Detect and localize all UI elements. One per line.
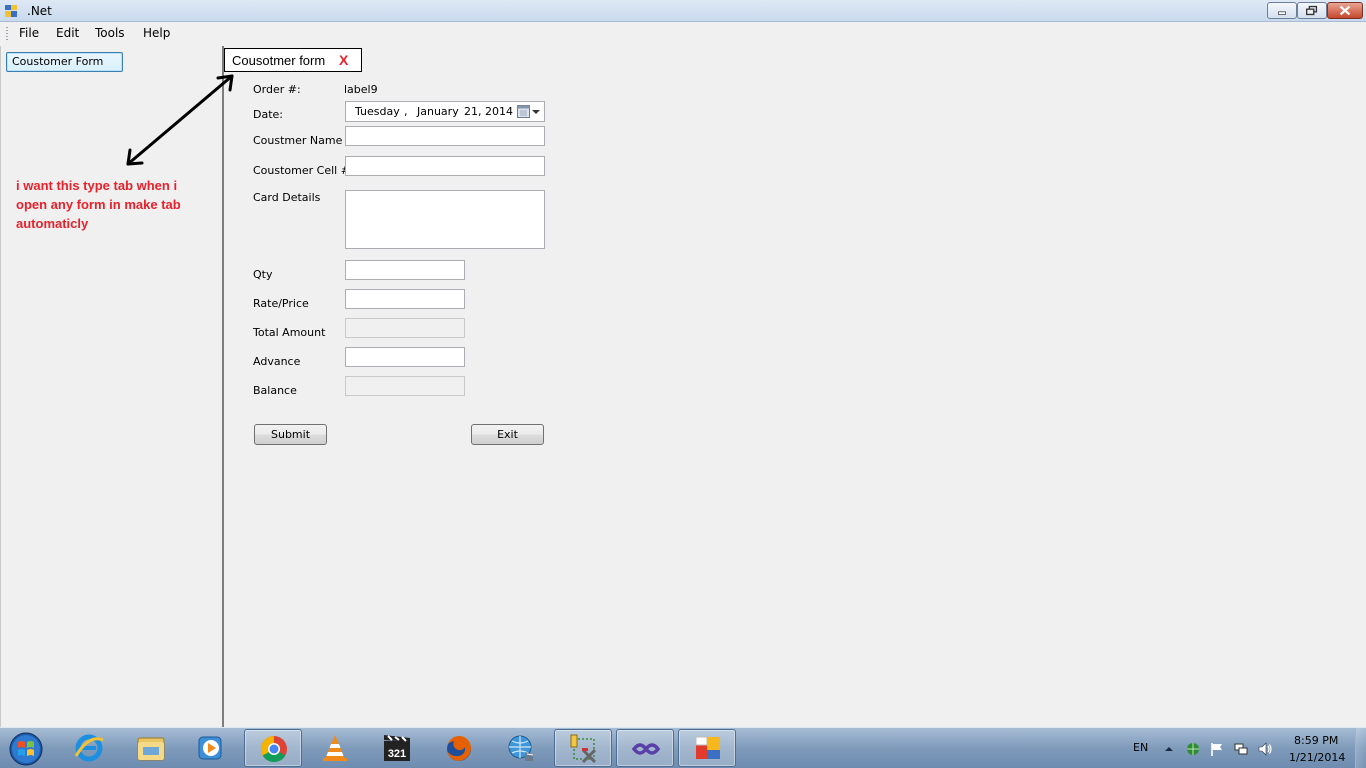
exit-button[interactable]: Exit: [471, 424, 544, 445]
chrome-icon: [260, 735, 287, 763]
taskbar-explorer[interactable]: [122, 729, 180, 767]
advance-input[interactable]: [345, 347, 465, 367]
date-month: January: [417, 105, 459, 118]
date-day: Tuesday: [355, 105, 400, 118]
calendar-icon[interactable]: [517, 105, 530, 118]
internet-explorer-icon: [74, 734, 104, 762]
start-button-icon[interactable]: [6, 730, 46, 767]
total-amount-input: [345, 318, 465, 338]
customer-cell-input[interactable]: [345, 156, 545, 176]
menu-help[interactable]: Help: [143, 26, 170, 40]
svg-text:321: 321: [388, 748, 406, 760]
taskbar-vlc[interactable]: [306, 729, 364, 767]
menu-bar: File Edit Tools Help: [0, 22, 1366, 45]
taskbar-firefox[interactable]: [430, 729, 488, 767]
date-picker[interactable]: Tuesday , January 21, 2014: [345, 101, 545, 122]
volume-icon[interactable]: [1257, 741, 1273, 757]
card-details-textarea[interactable]: [345, 190, 545, 249]
taskbar-chrome[interactable]: [244, 729, 302, 767]
order-label: Order #:: [253, 83, 301, 96]
customer-name-label: Coustmer Name: [253, 134, 343, 147]
taskbar-network[interactable]: [492, 729, 550, 767]
menu-file[interactable]: File: [19, 26, 39, 40]
tab-close-icon[interactable]: X: [339, 52, 348, 68]
rate-input[interactable]: [345, 289, 465, 309]
firefox-icon: [447, 736, 471, 761]
balance-input: [345, 376, 465, 396]
qty-input[interactable]: [345, 260, 465, 280]
media-player-icon: [198, 736, 222, 760]
minimize-button[interactable]: [1267, 2, 1297, 19]
close-button[interactable]: [1327, 2, 1363, 19]
visual-studio-setup-icon: [570, 734, 597, 764]
action-center-flag-icon[interactable]: [1209, 741, 1225, 757]
clock-date[interactable]: 1/21/2014: [1289, 751, 1345, 764]
balance-label: Balance: [253, 384, 297, 397]
taskbar-visual-studio[interactable]: [616, 729, 674, 767]
windows-form-app-icon: [695, 736, 720, 759]
visual-studio-icon: [631, 743, 661, 755]
qty-label: Qty: [253, 268, 273, 281]
rate-label: Rate/Price: [253, 297, 309, 310]
show-desktop-button[interactable]: [1355, 728, 1366, 768]
date-separator: ,: [404, 105, 408, 118]
taskbar-winforms-app[interactable]: [678, 729, 736, 767]
taskbar-media-player[interactable]: [182, 729, 240, 767]
taskbar-ie[interactable]: [60, 729, 118, 767]
clock-time[interactable]: 8:59 PM: [1294, 734, 1338, 747]
customer-form-button[interactable]: Coustomer Form: [6, 52, 123, 72]
menu-tools[interactable]: Tools: [95, 26, 125, 40]
tab-customer-form[interactable]: Cousotmer form X: [224, 48, 362, 72]
date-label: Date:: [253, 108, 283, 121]
show-hidden-icons-icon[interactable]: [1161, 741, 1177, 757]
restore-button[interactable]: [1297, 2, 1327, 19]
customer-cell-label: Coustomer Cell #:: [253, 164, 354, 177]
menu-edit[interactable]: Edit: [56, 26, 79, 40]
chevron-down-icon[interactable]: [531, 105, 541, 118]
submit-button[interactable]: Submit: [254, 424, 327, 445]
left-panel: Coustomer Form i want this type tab when…: [0, 46, 224, 727]
date-date: 21, 2014: [464, 105, 513, 118]
window-title: .Net: [27, 4, 52, 18]
taskbar: 321 EN 8:59 PM 1/21/2014: [0, 727, 1366, 768]
advance-label: Advance: [253, 355, 301, 368]
file-explorer-icon: [137, 737, 165, 761]
network-tray-icon[interactable]: [1185, 741, 1201, 757]
app-icon: [5, 5, 17, 17]
network-connection-icon[interactable]: [1233, 741, 1249, 757]
customer-name-input[interactable]: [345, 126, 545, 146]
card-details-label: Card Details: [253, 191, 321, 204]
taskbar-mpc[interactable]: 321: [368, 729, 426, 767]
order-value: label9: [344, 83, 378, 96]
menu-grip: [6, 27, 8, 41]
title-bar: .Net: [0, 0, 1366, 22]
network-globe-icon: [508, 735, 534, 761]
vlc-icon: [323, 735, 347, 761]
tab-label: Cousotmer form: [232, 53, 326, 68]
total-amount-label: Total Amount: [253, 326, 326, 339]
annotation-note: i want this type tab when i open any for…: [16, 178, 181, 231]
language-indicator[interactable]: EN: [1133, 741, 1148, 754]
media-player-classic-icon: 321: [384, 735, 410, 761]
taskbar-vs-setup[interactable]: [554, 729, 612, 767]
